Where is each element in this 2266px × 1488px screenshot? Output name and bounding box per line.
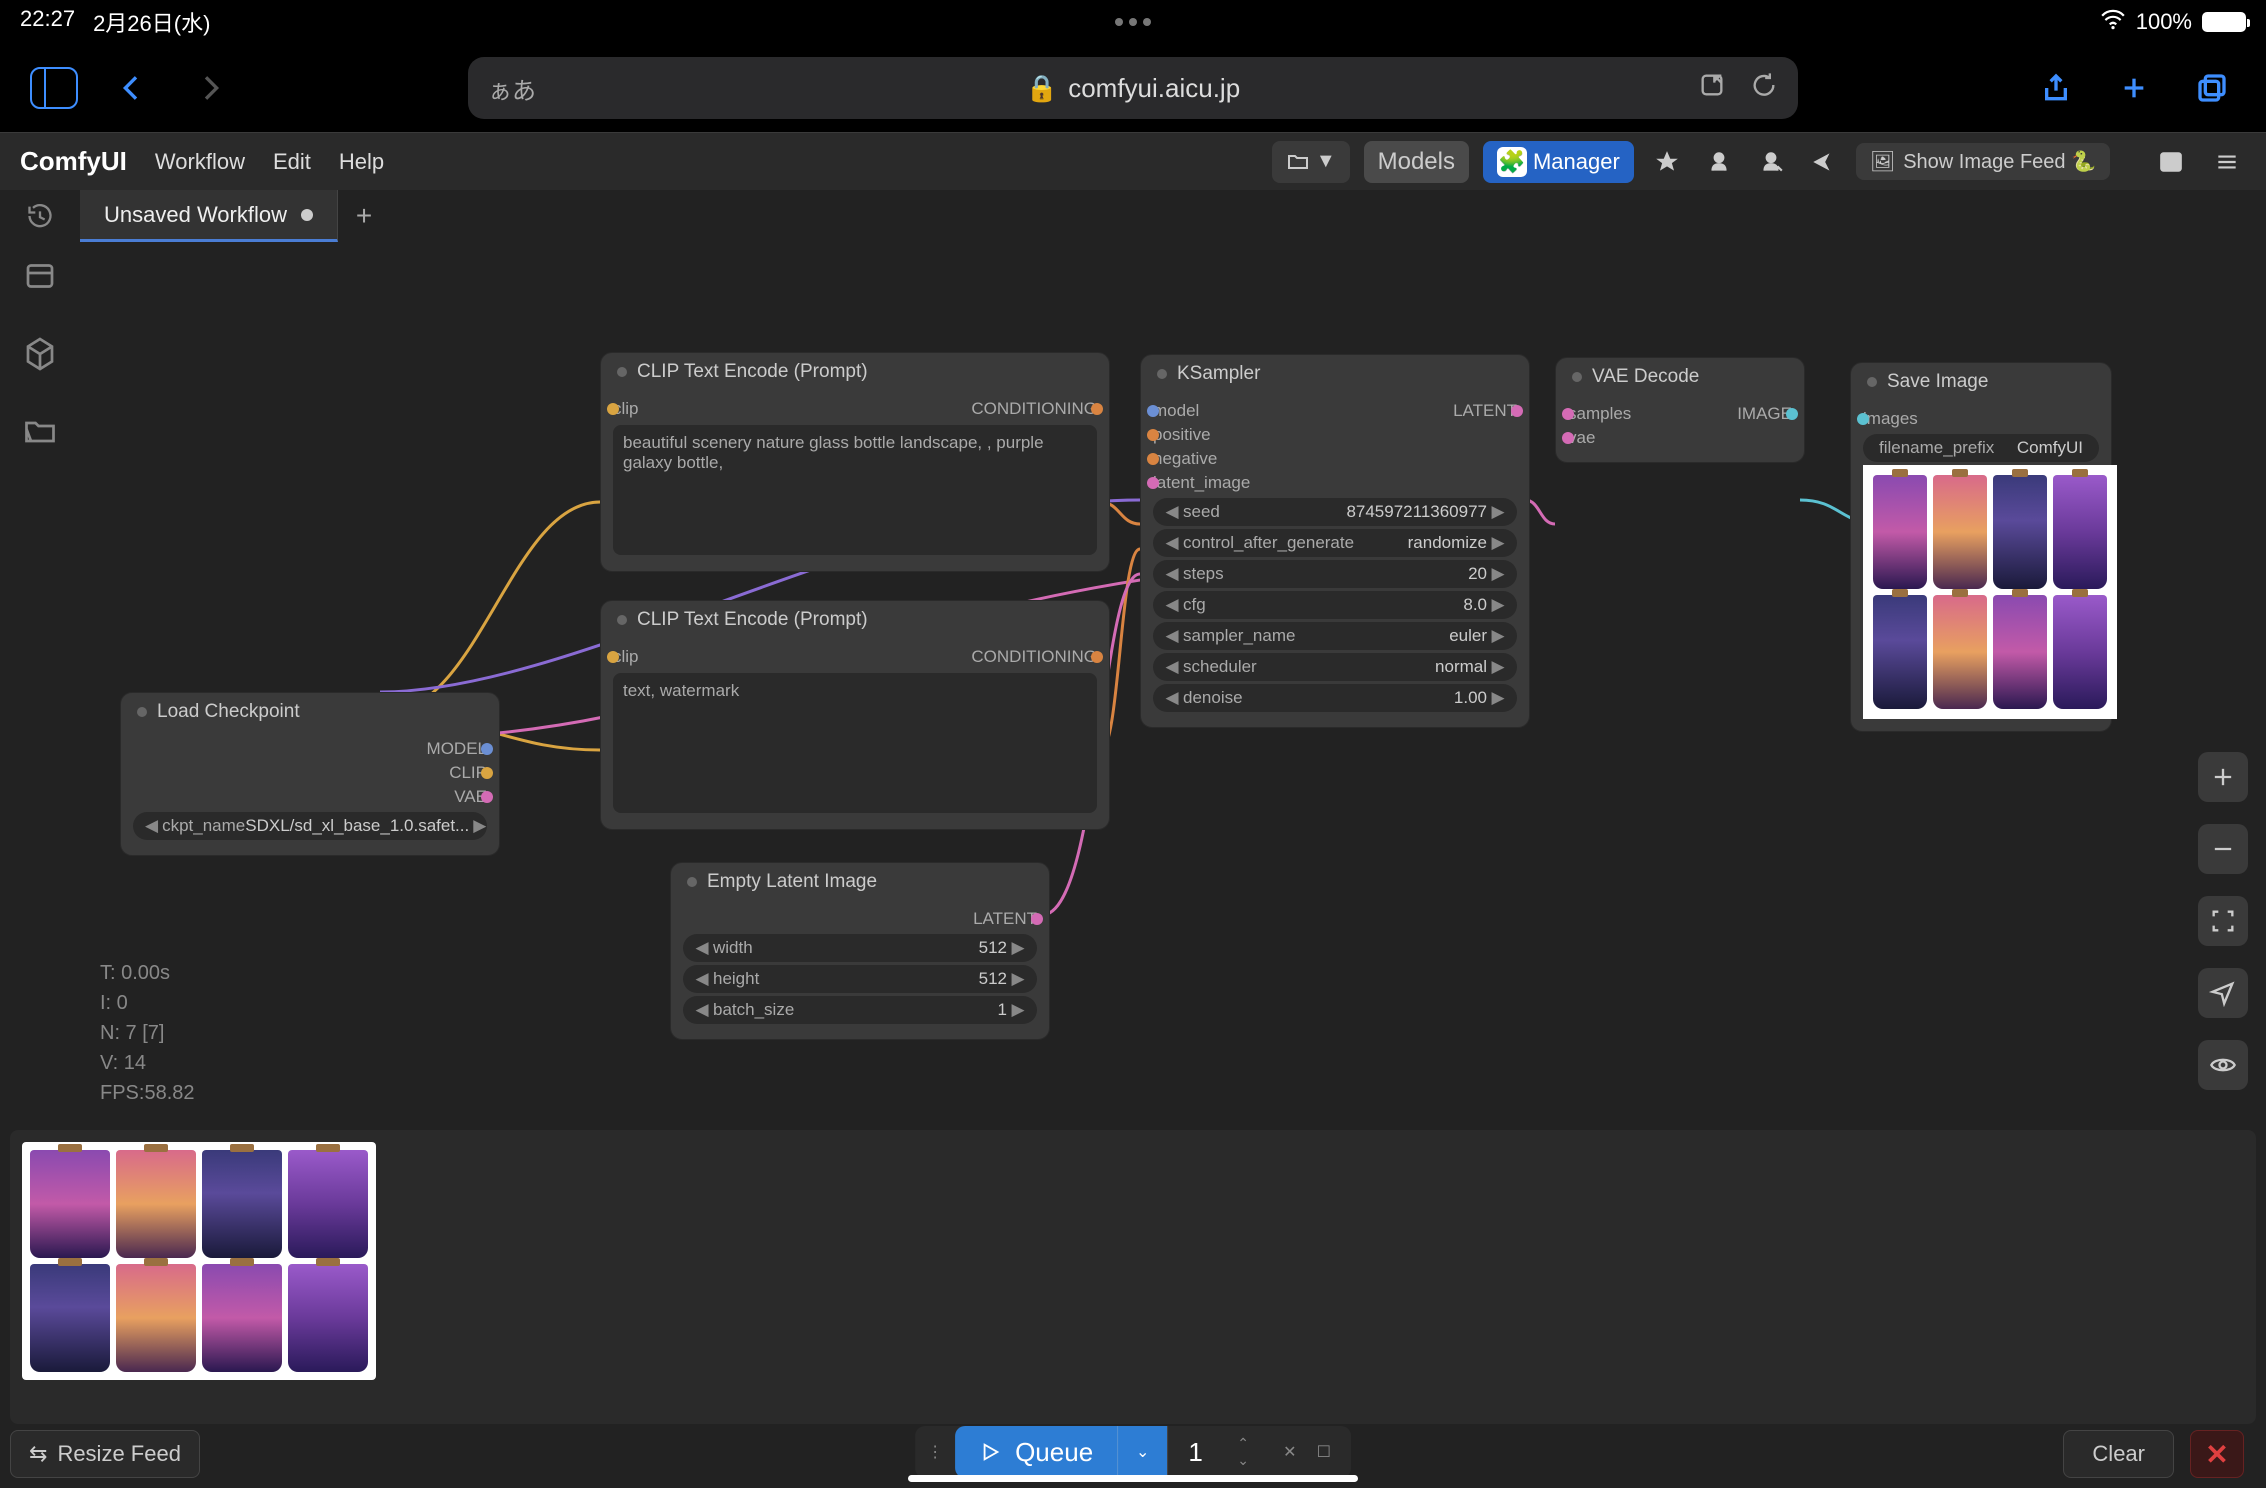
canvas-stats: T: 0.00s I: 0 N: 7 [7] V: 14 FPS:58.82 xyxy=(100,958,195,1108)
home-indicator[interactable] xyxy=(908,1475,1358,1482)
control-widget[interactable]: ◀control_after_generaterandomize▶ xyxy=(1153,529,1517,557)
width-widget[interactable]: ◀width512▶ xyxy=(683,934,1037,962)
workflow-tab[interactable]: Unsaved Workflow xyxy=(80,190,338,242)
menu-help[interactable]: Help xyxy=(339,149,384,175)
status-time: 22:27 xyxy=(20,6,75,38)
forward-button xyxy=(186,64,234,112)
queue-button[interactable]: Queue xyxy=(955,1426,1117,1478)
reader-icon[interactable] xyxy=(1698,71,1726,106)
canvas-controls xyxy=(2198,752,2248,1090)
node-vae-decode[interactable]: VAE Decode samples vae IMAGE xyxy=(1555,357,1805,463)
battery-icon xyxy=(2202,12,2246,32)
node-empty-latent[interactable]: Empty Latent Image LATENT ◀width512▶ ◀he… xyxy=(670,862,1050,1040)
comfyui-header: ComfyUI Workflow Edit Help ▼ Models 🧩 Ma… xyxy=(0,132,2266,190)
output-preview xyxy=(1863,465,2117,719)
queue-count[interactable]: 1 xyxy=(1167,1426,1223,1478)
multitask-dots[interactable] xyxy=(1115,18,1151,26)
queue-stop[interactable]: ☐ xyxy=(1317,1442,1331,1462)
queue-cancel[interactable]: ✕ xyxy=(1283,1442,1296,1462)
unsaved-dot xyxy=(301,209,313,221)
layout-icon[interactable] xyxy=(2152,143,2190,181)
zoom-out-button[interactable] xyxy=(2198,824,2248,874)
steps-widget[interactable]: ◀steps20▶ xyxy=(1153,560,1517,588)
denoise-widget[interactable]: ◀denoise1.00▶ xyxy=(1153,684,1517,712)
history-icon[interactable] xyxy=(0,190,80,242)
reload-icon[interactable] xyxy=(1750,71,1778,106)
eye-button[interactable] xyxy=(2198,1040,2248,1090)
menu-edit[interactable]: Edit xyxy=(273,149,311,175)
url-text: comfyui.aicu.jp xyxy=(1068,73,1240,104)
aa-button[interactable]: ぁあ xyxy=(488,71,536,106)
sampler-widget[interactable]: ◀sampler_nameeuler▶ xyxy=(1153,622,1517,650)
share-icon[interactable] xyxy=(1804,143,1842,181)
image-feed xyxy=(10,1130,2256,1424)
negative-prompt[interactable]: text, watermark xyxy=(613,673,1097,813)
nav-icon-1[interactable] xyxy=(1700,143,1738,181)
locate-button[interactable] xyxy=(2198,968,2248,1018)
show-image-feed[interactable]: 🖼 Show Image Feed 🐍 xyxy=(1856,143,2110,180)
height-widget[interactable]: ◀height512▶ xyxy=(683,965,1037,993)
node-load-checkpoint[interactable]: Load Checkpoint MODEL CLIP VAE ◀ ckpt_na… xyxy=(120,692,500,856)
clear-button[interactable]: Clear xyxy=(2063,1430,2174,1478)
scheduler-widget[interactable]: ◀schedulernormal▶ xyxy=(1153,653,1517,681)
ios-status-bar: 22:27 2月26日(水) 100% xyxy=(0,0,2266,44)
menu-workflow[interactable]: Workflow xyxy=(155,149,245,175)
tabs-button[interactable] xyxy=(2188,64,2236,112)
close-button[interactable]: ✕ xyxy=(2190,1430,2244,1478)
add-tab-button[interactable]: + xyxy=(338,190,390,242)
comfyui-logo: ComfyUI xyxy=(20,146,127,177)
tab-bar: Unsaved Workflow + xyxy=(0,190,2266,242)
status-date: 2月26日(水) xyxy=(93,6,210,38)
nav-icon-2[interactable] xyxy=(1752,143,1790,181)
sidebar-toggle[interactable] xyxy=(30,64,78,112)
folder-rail-icon[interactable] xyxy=(22,414,58,450)
node-clip-encode-negative[interactable]: CLIP Text Encode (Prompt) clip CONDITION… xyxy=(600,600,1110,830)
image-icon: 🖼 xyxy=(1870,149,1895,174)
ckpt-name-widget[interactable]: ◀ ckpt_name SDXL/sd_xl_base_1.0.safet...… xyxy=(133,812,487,840)
resize-feed-button[interactable]: ⇆ Resize Feed xyxy=(10,1430,200,1478)
fit-button[interactable] xyxy=(2198,896,2248,946)
queue-bar: ⋮ Queue ⌄ 1 ⌃⌄ ✕ ☐ xyxy=(915,1426,1351,1478)
node-clip-encode-positive[interactable]: CLIP Text Encode (Prompt) clip CONDITION… xyxy=(600,352,1110,572)
lock-icon: 🔒 xyxy=(1026,73,1058,104)
queue-rail-icon[interactable] xyxy=(22,258,58,294)
feed-thumbnail[interactable] xyxy=(22,1142,376,1380)
back-button[interactable] xyxy=(108,64,156,112)
new-tab-button[interactable] xyxy=(2110,64,2158,112)
queue-dropdown[interactable]: ⌄ xyxy=(1117,1426,1167,1478)
node-save-image[interactable]: Save Image images filename_prefixComfyUI xyxy=(1850,362,2112,732)
node-rail-icon[interactable] xyxy=(22,336,58,372)
filename-widget[interactable]: filename_prefixComfyUI xyxy=(1863,434,2099,462)
resize-icon: ⇆ xyxy=(29,1441,47,1467)
url-bar[interactable]: ぁあ 🔒 comfyui.aicu.jp xyxy=(468,57,1798,119)
safari-toolbar: ぁあ 🔒 comfyui.aicu.jp xyxy=(0,44,2266,132)
share-button[interactable] xyxy=(2032,64,2080,112)
zoom-in-button[interactable] xyxy=(2198,752,2248,802)
cfg-widget[interactable]: ◀cfg8.0▶ xyxy=(1153,591,1517,619)
hamburger-icon[interactable] xyxy=(2208,143,2246,181)
seed-widget[interactable]: ◀seed874597211360977▶ xyxy=(1153,498,1517,526)
canvas-area[interactable]: Load Checkpoint MODEL CLIP VAE ◀ ckpt_na… xyxy=(0,242,2266,1488)
puzzle-icon: 🧩 xyxy=(1497,147,1527,177)
battery-pct: 100% xyxy=(2136,9,2192,35)
queue-stepper[interactable]: ⌃⌄ xyxy=(1223,1435,1263,1469)
node-ksampler[interactable]: KSampler model positive negative latent_… xyxy=(1140,354,1530,728)
positive-prompt[interactable]: beautiful scenery nature glass bottle la… xyxy=(613,425,1097,555)
models-button[interactable]: Models xyxy=(1364,141,1469,183)
folder-dropdown[interactable]: ▼ xyxy=(1272,141,1350,183)
manager-button[interactable]: 🧩 Manager xyxy=(1483,141,1634,183)
batch-widget[interactable]: ◀batch_size1▶ xyxy=(683,996,1037,1024)
star-icon[interactable] xyxy=(1648,143,1686,181)
wifi-icon xyxy=(2100,6,2126,38)
